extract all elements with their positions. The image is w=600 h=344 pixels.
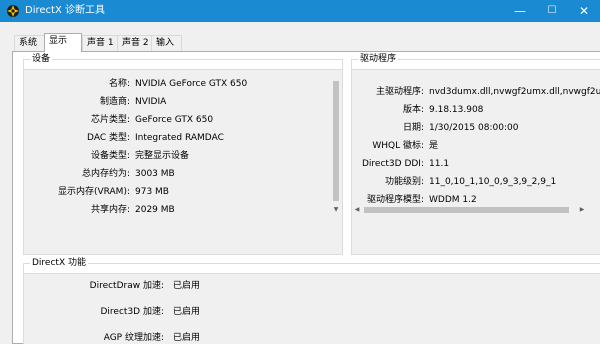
device-label-device-type: 设备类型: [90, 151, 130, 161]
minimize-button[interactable]: — [503, 0, 537, 22]
device-group: 设备 名称: NVIDIA GeForce GTX 650 制造商: NVIDI… [23, 53, 343, 255]
driver-value-date: 1/30/2015 08:00:00 [429, 123, 519, 133]
device-label-total-memory: 总内存约为: [81, 169, 130, 179]
device-label-shared-memory: 共享内存: [90, 205, 130, 215]
tab-sound-1[interactable]: 声音 1 [82, 35, 118, 51]
device-group-title: 设备 [30, 53, 53, 65]
feature-label-direct3d: Direct3D 加速: [100, 307, 165, 317]
feature-value-directdraw: 已启用 [173, 281, 201, 291]
device-value-chip-type: GeForce GTX 650 [135, 115, 214, 125]
driver-label-main-driver: 主驱动程序: [375, 87, 424, 97]
driver-group: 驱动程序 主驱动程序: nvd3dumx.dll,nvwgf2umx.dll,n… [351, 53, 600, 255]
driver-value-direct3d-ddi: 11.1 [429, 159, 450, 169]
tab-display[interactable]: 显示 [44, 33, 82, 52]
directx-app-icon [7, 5, 19, 17]
device-label-name: 名称: [108, 79, 130, 89]
device-info-list: 名称: NVIDIA GeForce GTX 650 制造商: NVIDIA 芯… [24, 69, 342, 254]
close-button[interactable]: ✕ [567, 0, 600, 22]
device-label-vram: 显示内存(VRAM): [57, 187, 130, 197]
driver-group-title: 驱动程序 [358, 53, 399, 65]
tab-input[interactable]: 输入 [151, 35, 182, 51]
device-value-shared-memory: 2029 MB [135, 205, 175, 215]
feature-label-directdraw: DirectDraw 加速: [89, 281, 164, 291]
device-value-total-memory: 3003 MB [135, 169, 175, 179]
window-title: DirectX 诊断工具 [25, 5, 105, 16]
device-label-manufacturer: 制造商: [99, 97, 130, 107]
device-label-chip-type: 芯片类型: [90, 115, 130, 125]
tab-sound-2[interactable]: 声音 2 [117, 35, 152, 51]
scroll-down-arrow-icon[interactable]: ▼ [331, 205, 341, 215]
driver-value-whql-logo: 是 [429, 141, 439, 151]
device-value-name: NVIDIA GeForce GTX 650 [135, 79, 248, 89]
feature-value-agp-texture: 已启用 [173, 333, 201, 343]
driver-value-feature-levels: 11_0,10_1,10_0,9_3,9_2,9_1 [429, 177, 557, 187]
maximize-button[interactable]: ☐ [535, 0, 569, 22]
device-scrollbar[interactable]: ▼ [331, 70, 341, 215]
feature-label-agp-texture: AGP 纹理加速: [103, 333, 164, 343]
driver-value-version: 9.18.13.908 [429, 105, 484, 115]
driver-label-feature-levels: 功能级别: [384, 177, 424, 187]
directx-features-group: DirectX 功能 DirectDraw 加速: 已启用 Direct3D 加… [23, 257, 600, 344]
driver-label-direct3d-ddi: Direct3D DDI: [361, 159, 424, 169]
device-label-dac-type: DAC 类型: [87, 133, 130, 143]
driver-horizontal-scrollbar[interactable]: ◀ ▶ [352, 205, 600, 215]
driver-label-date: 日期: [402, 123, 424, 133]
driver-scrollbar-thumb[interactable] [364, 207, 569, 213]
directx-features-list: DirectDraw 加速: 已启用 Direct3D 加速: 已启用 AGP … [24, 273, 600, 344]
device-value-vram: 973 MB [135, 187, 169, 197]
title-bar: DirectX 诊断工具 — ☐ ✕ [0, 0, 600, 22]
directx-features-title: DirectX 功能 [30, 257, 88, 269]
tab-system[interactable]: 系统 [14, 35, 45, 51]
window-client-area: 系统 显示 声音 1 声音 2 输入 设备 名称: NVIDIA GeForce… [0, 22, 600, 344]
device-value-manufacturer: NVIDIA [135, 97, 167, 107]
scroll-left-arrow-icon[interactable]: ◀ [352, 205, 362, 215]
device-value-dac-type: Integrated RAMDAC [135, 133, 224, 143]
driver-label-whql-logo: WHQL 徽标: [372, 141, 424, 151]
scroll-right-arrow-icon[interactable]: ▶ [577, 205, 587, 215]
driver-info-list: 主驱动程序: nvd3dumx.dll,nvwgf2umx.dll,nvwgf2… [352, 69, 600, 254]
device-scrollbar-thumb[interactable] [333, 81, 339, 201]
display-tab-panel: 设备 名称: NVIDIA GeForce GTX 650 制造商: NVIDI… [12, 51, 600, 344]
driver-label-version: 版本: [402, 105, 424, 115]
device-value-device-type: 完整显示设备 [135, 151, 190, 161]
feature-value-direct3d: 已启用 [173, 307, 201, 317]
driver-value-main-driver: nvd3dumx.dll,nvwgf2umx.dll,nvwgf2u [429, 87, 600, 97]
